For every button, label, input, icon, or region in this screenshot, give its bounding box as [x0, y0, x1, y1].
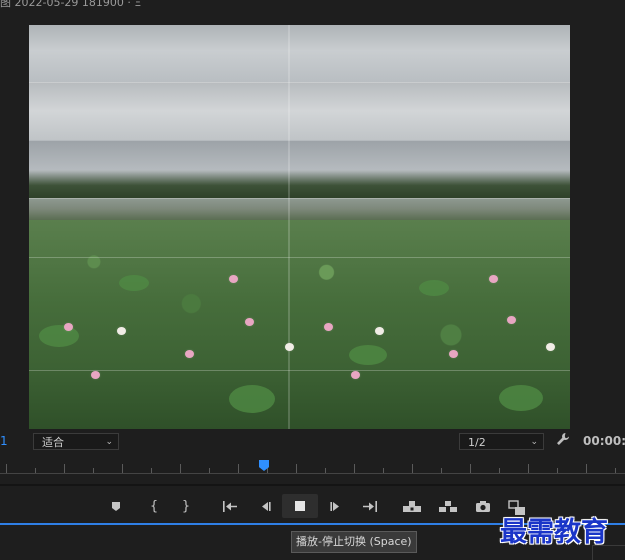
- video-band-town: [29, 198, 570, 220]
- lotus-flower: [375, 327, 384, 335]
- panel-title: 图 2022-05-29 181900 · Ξ: [0, 0, 142, 9]
- ruler-tick: [354, 464, 355, 473]
- video-band-sky-2: [29, 82, 570, 140]
- step-back-button[interactable]: [256, 495, 274, 517]
- video-band-hills: [29, 170, 570, 198]
- ruler-tick: [6, 464, 7, 473]
- lotus-flower: [91, 371, 100, 379]
- sequence-edge-number: 1: [0, 434, 8, 448]
- ruler-tick: [615, 468, 616, 473]
- video-band-lotus-field: [29, 220, 570, 429]
- go-to-in-button[interactable]: [219, 495, 241, 517]
- go-to-out-button[interactable]: [359, 495, 381, 517]
- step-back-icon: [262, 501, 271, 511]
- tile-seam-vertical: [288, 25, 290, 429]
- lotus-flower: [351, 371, 360, 379]
- playback-resolution-value: 1/2: [468, 436, 486, 449]
- lotus-flower: [245, 318, 254, 326]
- lotus-flower: [507, 316, 516, 324]
- ruler-tick: [412, 464, 413, 473]
- ruler-baseline: [0, 473, 625, 474]
- lotus-flower: [546, 343, 555, 351]
- ruler-tick: [383, 468, 384, 473]
- ruler-tick: [267, 468, 268, 473]
- ruler-tick: [499, 468, 500, 473]
- tile-seam: [29, 82, 570, 83]
- tile-seam: [29, 198, 570, 199]
- lotus-flower: [185, 350, 194, 358]
- playback-resolution-select[interactable]: 1/2 ⌄: [459, 433, 544, 450]
- tile-seam: [29, 140, 570, 141]
- lotus-flower: [324, 323, 333, 331]
- video-preview[interactable]: [29, 25, 570, 429]
- panel-divider: [0, 484, 625, 486]
- time-ruler[interactable]: [0, 458, 625, 476]
- mark-in-button[interactable]: {: [146, 495, 162, 517]
- tile-seam: [29, 370, 570, 371]
- lotus-leaf: [499, 385, 543, 411]
- ruler-tick: [296, 464, 297, 473]
- ruler-tick: [441, 468, 442, 473]
- ruler-tick: [528, 464, 529, 473]
- export-frame-button[interactable]: [473, 495, 493, 517]
- chevron-down-icon: ⌄: [105, 437, 113, 447]
- ruler-tick: [209, 468, 210, 473]
- program-monitor: 图 2022-05-29 181900 · Ξ 1 适合 ⌄ 1/2 ⌄ 00:…: [0, 0, 625, 560]
- chevron-down-icon: ⌄: [530, 437, 538, 447]
- lift-icon: [403, 500, 421, 512]
- ruler-tick: [93, 468, 94, 473]
- ruler-tick: [238, 464, 239, 473]
- zoom-level-value: 适合: [42, 436, 64, 449]
- lotus-flower: [117, 327, 126, 335]
- export-frame-icon: [476, 500, 490, 512]
- ruler-tick: [35, 468, 36, 473]
- lotus-flower: [489, 275, 498, 283]
- zoom-level-select[interactable]: 适合 ⌄: [33, 433, 119, 450]
- video-band-sky-1: [29, 25, 570, 82]
- ruler-tick: [151, 468, 152, 473]
- go-to-out-icon: [363, 500, 377, 512]
- extract-icon: [439, 500, 457, 512]
- ruler-tick: [180, 464, 181, 473]
- ruler-tick: [586, 464, 587, 473]
- ruler-tick: [557, 468, 558, 473]
- mark-out-button[interactable]: }: [178, 495, 194, 517]
- marker-icon: [112, 501, 120, 511]
- lotus-flower: [449, 350, 458, 358]
- mark-out-icon: }: [181, 498, 191, 514]
- lotus-leaf: [229, 385, 275, 413]
- ruler-tick: [470, 464, 471, 473]
- watermark-logo: 最需教育: [500, 517, 608, 548]
- wrench-icon-glyph: [557, 433, 569, 445]
- wrench-icon[interactable]: [556, 432, 570, 450]
- play-stop-tooltip: 播放-停止切换 (Space): [291, 531, 417, 553]
- playhead-timecode[interactable]: 00:00:: [583, 434, 625, 448]
- tile-seam: [29, 257, 570, 258]
- lotus-leaf: [419, 280, 449, 296]
- lotus-flower: [285, 343, 294, 351]
- step-forward-icon: [330, 501, 339, 511]
- play-stop-toggle-button[interactable]: [282, 494, 318, 518]
- ruler-tick: [325, 468, 326, 473]
- lotus-flower: [229, 275, 238, 283]
- adjacent-panel-edge: [592, 545, 625, 560]
- stop-icon: [295, 501, 305, 511]
- lotus-leaf: [119, 275, 149, 291]
- lift-button[interactable]: [401, 495, 423, 517]
- ruler-tick: [64, 464, 65, 473]
- mark-in-icon: {: [149, 498, 159, 514]
- add-marker-button[interactable]: [108, 495, 124, 517]
- lotus-leaf: [349, 345, 387, 365]
- lotus-leaf: [39, 325, 79, 347]
- ruler-tick: [122, 464, 123, 473]
- step-forward-button[interactable]: [327, 495, 345, 517]
- extract-button[interactable]: [437, 495, 459, 517]
- lotus-flower: [64, 323, 73, 331]
- go-to-in-icon: [223, 500, 237, 512]
